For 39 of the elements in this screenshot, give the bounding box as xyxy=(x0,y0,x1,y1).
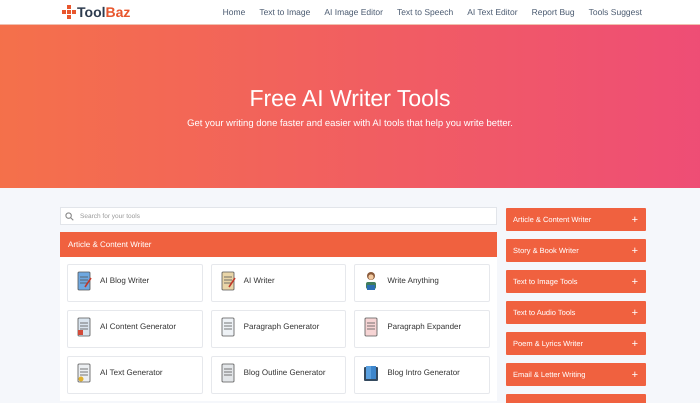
nav-link[interactable]: Home xyxy=(222,7,246,17)
tool-name: Paragraph Expander xyxy=(387,322,462,331)
tool-name: Blog Outline Generator xyxy=(244,368,326,377)
content-page-icon xyxy=(76,317,92,337)
document-icon xyxy=(220,317,236,337)
nav-link[interactable]: Text to Image xyxy=(259,7,310,17)
list-page-icon xyxy=(220,363,236,383)
hero-title: Free AI Writer Tools xyxy=(249,84,451,112)
open-book-icon xyxy=(363,363,380,383)
nav-link[interactable]: AI Image Editor xyxy=(324,7,383,17)
tool-card[interactable]: Write Anything xyxy=(354,264,490,302)
tool-name: Write Anything xyxy=(387,276,439,285)
hero-subtitle: Get your writing done faster and easier with AI tools that help you write better. xyxy=(187,118,513,128)
search-icon xyxy=(65,212,74,220)
tool-card[interactable]: Blog Intro Generator xyxy=(354,356,490,394)
certificate-page-icon xyxy=(76,363,92,383)
tool-card[interactable]: Blog Outline Generator xyxy=(210,356,346,394)
tool-card[interactable]: AI Blog Writer xyxy=(67,264,203,302)
tool-name: Paragraph Generator xyxy=(244,322,320,331)
notepad-pencil-icon xyxy=(220,271,236,291)
tool-name: AI Writer xyxy=(244,276,275,285)
nav-link[interactable]: Report Bug xyxy=(532,7,575,17)
tool-name: AI Text Generator xyxy=(100,368,163,377)
nav-link[interactable]: AI Text Editor xyxy=(467,7,518,17)
tool-card[interactable]: AI Writer xyxy=(210,264,346,302)
tool-name: AI Content Generator xyxy=(100,322,176,331)
tool-name: Blog Intro Generator xyxy=(387,368,460,377)
nav-link[interactable]: Text to Speech xyxy=(396,7,454,17)
tool-card[interactable]: Paragraph Expander xyxy=(354,310,490,348)
nav-link[interactable]: Tools Suggest xyxy=(588,7,642,17)
tool-name: AI Blog Writer xyxy=(100,276,150,285)
section-header: Article & Content Writer xyxy=(60,232,497,257)
blog-page-icon xyxy=(76,271,92,291)
tool-card[interactable]: AI Text Generator xyxy=(67,356,203,394)
expand-page-icon xyxy=(363,317,380,337)
tool-card[interactable]: Paragraph Generator xyxy=(210,310,346,348)
logo-icon xyxy=(62,5,76,19)
logo-text[interactable]: ToolBaz xyxy=(77,4,130,20)
tool-card[interactable]: AI Content Generator xyxy=(67,310,203,348)
